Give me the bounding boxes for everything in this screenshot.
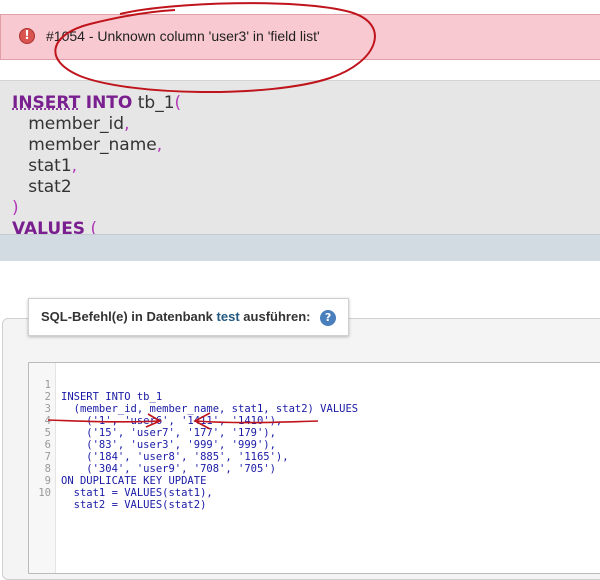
comma: , — [124, 114, 130, 134]
comma: , — [71, 156, 78, 176]
error-message: #1054 - Unknown column 'user3' in 'field… — [46, 28, 320, 44]
help-icon[interactable]: ? — [320, 309, 337, 326]
legend-text: ausführen: — [243, 309, 311, 324]
code-text: ON DUPLICATE KEY UPDATE — [61, 475, 207, 487]
column-name: member_id — [28, 114, 125, 134]
column-name: stat2 — [28, 177, 72, 197]
code-line: 8 ON DUPLICATE KEY UPDATE — [29, 451, 207, 487]
sql-keyword[interactable]: INSERT — [12, 93, 80, 113]
error-message-box: #1054 - Unknown column 'user3' in 'field… — [0, 14, 600, 60]
code-line: 1 INSERT INTO tb_1 — [29, 367, 162, 403]
error-icon — [19, 28, 35, 44]
paren: ) — [12, 198, 19, 218]
line-number: 10 — [38, 487, 51, 499]
code-text: ('15', 'user7', '177', '179'), — [61, 427, 276, 439]
code-text: ('304', 'user9', '708', '705') — [61, 463, 276, 475]
sql-keyword: INTO — [85, 93, 133, 113]
code-text: (member_id, member_name, stat1, stat2) V… — [61, 403, 359, 415]
paren: ( — [174, 93, 182, 113]
code-line: 2 (member_id, member_name, stat1, stat2)… — [29, 379, 358, 415]
code-text: ('184', 'user8', '885', '1165'), — [61, 451, 289, 463]
code-text: stat1 = VALUES(stat1), — [61, 487, 213, 499]
code-line: 9 stat1 = VALUES(stat1), — [29, 463, 213, 499]
database-link[interactable]: test — [217, 309, 240, 324]
sql-fieldset-legend: SQL-Befehl(e) in Datenbank test ausführe… — [28, 298, 350, 336]
code-line-highlighted: 5 ('83', 'user3', '999', '999'), — [29, 415, 276, 451]
legend-text: SQL-Befehl(e) in Datenbank — [41, 309, 213, 324]
query-preview-panel: INSERT INTO tb_1( member_id, member_name… — [0, 80, 600, 261]
code-line: 4 ('15', 'user7', '177', '179'), — [29, 403, 276, 439]
code-line: 10 stat2 = VALUES(stat2) — [29, 475, 206, 511]
code-text: stat2 = VALUES(stat2) — [61, 499, 207, 511]
code-text: INSERT INTO tb_1 — [61, 391, 163, 403]
query-toolbar — [0, 234, 600, 261]
code-line: 7 ('304', 'user9', '708', '705') — [29, 439, 276, 475]
sql-editor[interactable]: 1 INSERT INTO tb_1 2 (member_id, member_… — [28, 362, 600, 574]
sql-query-preview: INSERT INTO tb_1( member_id, member_name… — [12, 93, 181, 240]
code-line: 6 ('184', 'user8', '885', '1165'), — [29, 427, 289, 463]
code-text: ('1', 'user6', '1411', '1410'), — [61, 415, 283, 427]
column-name: stat1 — [28, 156, 72, 176]
code-text: ('83', 'user3', '999', '999'), — [61, 439, 276, 451]
code-line: 3 ('1', 'user6', '1411', '1410'), — [29, 391, 283, 427]
table-name: tb_1 — [137, 93, 175, 113]
column-name: member_name — [28, 135, 157, 155]
comma: , — [156, 135, 163, 155]
